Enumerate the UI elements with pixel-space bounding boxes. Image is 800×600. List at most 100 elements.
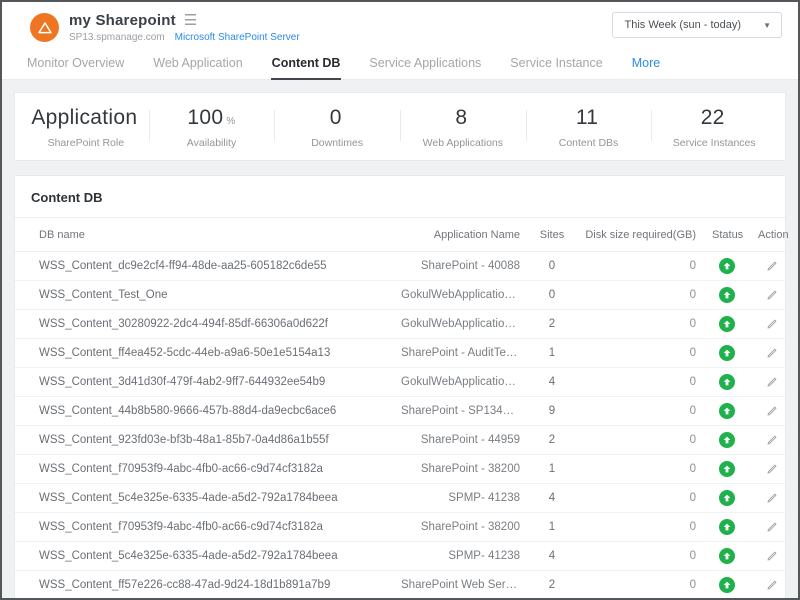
stat-availability: 100% Availability: [149, 106, 275, 149]
cell-sites: 4: [528, 542, 576, 571]
edit-pencil-icon[interactable]: [766, 520, 778, 535]
tab-content-db[interactable]: Content DB: [271, 47, 342, 80]
cell-status: [704, 455, 750, 484]
monitor-header: my Sharepoint ☰ SP13.spmanage.com Micros…: [2, 2, 798, 47]
column-header-disk-size: Disk size required(GB): [576, 218, 704, 252]
cell-application-name: SharePoint - AuditTest33453: [393, 339, 528, 368]
edit-pencil-icon[interactable]: [766, 549, 778, 564]
cell-status: [704, 310, 750, 339]
cell-status: [704, 397, 750, 426]
time-range-select[interactable]: This Week (sun - today) ▼: [612, 12, 782, 38]
cell-action: [750, 426, 794, 455]
cell-db-name: WSS_Content_5c4e325e-6335-4ade-a5d2-792a…: [15, 484, 393, 513]
column-header-sites: Sites: [528, 218, 576, 252]
table-row[interactable]: WSS_Content_f70953f9-4abc-4fb0-ac66-c9d7…: [15, 455, 794, 484]
cell-action: [750, 310, 794, 339]
cell-sites: 2: [528, 310, 576, 339]
cell-application-name: SharePoint - SP1346710: [393, 397, 528, 426]
status-up-icon: [719, 316, 735, 332]
table-row[interactable]: WSS_Content_ff57e226-cc88-47ad-9d24-18d1…: [15, 571, 794, 599]
tab-more[interactable]: More: [631, 47, 661, 80]
edit-pencil-icon[interactable]: [766, 375, 778, 390]
cell-sites: 0: [528, 281, 576, 310]
edit-pencil-icon[interactable]: [766, 433, 778, 448]
edit-pencil-icon[interactable]: [766, 317, 778, 332]
tab-service-applications[interactable]: Service Applications: [368, 47, 482, 80]
cell-disk-size: 0: [576, 426, 704, 455]
cell-action: [750, 571, 794, 599]
content-db-table: DB name Application Name Sites Disk size…: [15, 218, 794, 598]
edit-pencil-icon[interactable]: [766, 462, 778, 477]
status-up-icon: [719, 258, 735, 274]
edit-pencil-icon[interactable]: [766, 259, 778, 274]
cell-sites: 0: [528, 252, 576, 281]
cell-application-name: GokulWebApplication- SP1328261: [393, 281, 528, 310]
edit-pencil-icon[interactable]: [766, 491, 778, 506]
edit-pencil-icon[interactable]: [766, 404, 778, 419]
cell-db-name: WSS_Content_923fd03e-bf3b-48a1-85b7-0a4d…: [15, 426, 393, 455]
cell-db-name: WSS_Content_ff4ea452-5cdc-44eb-a9a6-50e1…: [15, 339, 393, 368]
status-up-icon: [719, 432, 735, 448]
column-header-action: Action: [750, 218, 794, 252]
cell-action: [750, 339, 794, 368]
cell-action: [750, 252, 794, 281]
cell-db-name: WSS_Content_f70953f9-4abc-4fb0-ac66-c9d7…: [15, 513, 393, 542]
cell-disk-size: 0: [576, 513, 704, 542]
cell-sites: 4: [528, 484, 576, 513]
table-row[interactable]: WSS_Content_44b8b580-9666-457b-88d4-da9e…: [15, 397, 794, 426]
table-row[interactable]: WSS_Content_ff4ea452-5cdc-44eb-a9a6-50e1…: [15, 339, 794, 368]
cell-action: [750, 513, 794, 542]
cell-sites: 1: [528, 455, 576, 484]
cell-application-name: SPMP- 41238: [393, 484, 528, 513]
cell-disk-size: 0: [576, 397, 704, 426]
chevron-down-icon: ▼: [763, 21, 771, 30]
table-row[interactable]: WSS_Content_30280922-2dc4-494f-85df-6630…: [15, 310, 794, 339]
cell-sites: 9: [528, 397, 576, 426]
hamburger-menu-icon[interactable]: ☰: [184, 13, 197, 28]
summary-stats: Application SharePoint Role 100% Availab…: [14, 92, 786, 161]
table-row[interactable]: WSS_Content_Test_One GokulWebApplication…: [15, 281, 794, 310]
cell-disk-size: 0: [576, 310, 704, 339]
table-row[interactable]: WSS_Content_5c4e325e-6335-4ade-a5d2-792a…: [15, 484, 794, 513]
stat-downtimes: 0 Downtimes: [274, 106, 400, 149]
edit-pencil-icon[interactable]: [766, 288, 778, 303]
cell-status: [704, 281, 750, 310]
tab-web-application[interactable]: Web Application: [152, 47, 243, 80]
monitor-type-link[interactable]: Microsoft SharePoint Server: [175, 32, 300, 43]
cell-status: [704, 571, 750, 599]
cell-status: [704, 426, 750, 455]
stat-web-applications: 8 Web Applications: [400, 106, 526, 149]
page-body: Application SharePoint Role 100% Availab…: [2, 80, 798, 598]
cell-db-name: WSS_Content_30280922-2dc4-494f-85df-6630…: [15, 310, 393, 339]
sharepoint-monitor-icon: [30, 13, 59, 42]
edit-pencil-icon[interactable]: [766, 346, 778, 361]
table-body: WSS_Content_dc9e2cf4-ff94-48de-aa25-6051…: [15, 252, 794, 599]
status-up-icon: [719, 548, 735, 564]
cell-db-name: WSS_Content_dc9e2cf4-ff94-48de-aa25-6051…: [15, 252, 393, 281]
table-row[interactable]: WSS_Content_f70953f9-4abc-4fb0-ac66-c9d7…: [15, 513, 794, 542]
table-row[interactable]: WSS_Content_5c4e325e-6335-4ade-a5d2-792a…: [15, 542, 794, 571]
tab-service-instance[interactable]: Service Instance: [509, 47, 603, 80]
cell-sites: 1: [528, 339, 576, 368]
cell-status: [704, 513, 750, 542]
status-up-icon: [719, 461, 735, 477]
table-row[interactable]: WSS_Content_3d41d30f-479f-4ab2-9ff7-6449…: [15, 368, 794, 397]
status-up-icon: [719, 287, 735, 303]
column-header-application-name: Application Name: [393, 218, 528, 252]
table-row[interactable]: WSS_Content_dc9e2cf4-ff94-48de-aa25-6051…: [15, 252, 794, 281]
cell-status: [704, 252, 750, 281]
column-header-db-name: DB name: [15, 218, 393, 252]
cell-status: [704, 542, 750, 571]
tab-monitor-overview[interactable]: Monitor Overview: [26, 47, 125, 80]
cell-application-name: SharePoint - 44959: [393, 426, 528, 455]
edit-pencil-icon[interactable]: [766, 578, 778, 593]
cell-db-name: WSS_Content_3d41d30f-479f-4ab2-9ff7-6449…: [15, 368, 393, 397]
stat-content-dbs: 11 Content DBs: [526, 106, 652, 149]
cell-disk-size: 0: [576, 542, 704, 571]
table-header-row: DB name Application Name Sites Disk size…: [15, 218, 794, 252]
cell-action: [750, 455, 794, 484]
table-row[interactable]: WSS_Content_923fd03e-bf3b-48a1-85b7-0a4d…: [15, 426, 794, 455]
cell-db-name: WSS_Content_f70953f9-4abc-4fb0-ac66-c9d7…: [15, 455, 393, 484]
cell-sites: 2: [528, 426, 576, 455]
time-range-value: This Week (sun - today): [625, 19, 742, 31]
